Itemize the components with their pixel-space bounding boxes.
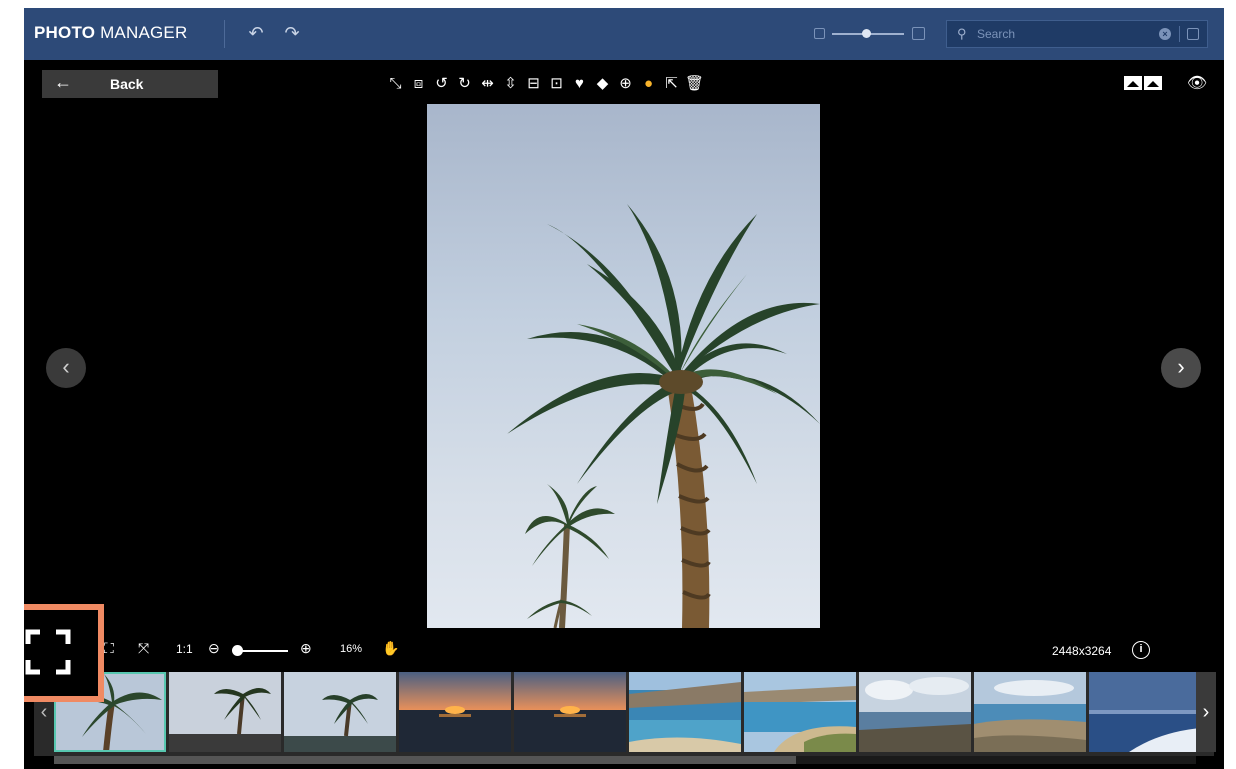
color-icon[interactable]: ● bbox=[637, 72, 660, 96]
thumbnail[interactable] bbox=[744, 672, 856, 752]
palm-tree-image bbox=[507, 204, 820, 628]
slider-handle[interactable] bbox=[862, 29, 871, 38]
image-icon bbox=[1144, 76, 1162, 90]
search-input[interactable] bbox=[977, 25, 1147, 43]
thumbnail-image bbox=[399, 672, 511, 752]
zoom-slider-handle[interactable] bbox=[232, 645, 243, 656]
image-dimensions: 2448x3264 bbox=[1052, 644, 1112, 658]
fullscreen-icon bbox=[25, 629, 71, 675]
auto-enhance-icon[interactable]: ⤡ bbox=[384, 72, 407, 96]
calendar-icon[interactable] bbox=[1187, 28, 1199, 40]
flip-vertical-icon[interactable]: ⇳ bbox=[499, 72, 522, 96]
favorite-heart-icon[interactable]: ♥ bbox=[568, 72, 591, 96]
thumbnail-image bbox=[514, 672, 626, 752]
thumbnail-image bbox=[629, 672, 741, 752]
actual-size-icon[interactable]: ⤧ bbox=[138, 640, 149, 657]
rotate-right-icon[interactable]: ↻ bbox=[453, 72, 476, 96]
resize-icon[interactable]: ⊡ bbox=[545, 72, 568, 96]
undo-icon[interactable]: ↶ bbox=[244, 22, 268, 44]
eye-icon[interactable]: 👁 bbox=[1184, 74, 1210, 94]
search-icon: ⚲ bbox=[957, 26, 967, 41]
compare-view-button[interactable] bbox=[1124, 76, 1164, 92]
thumbnail-image bbox=[859, 672, 971, 752]
zoom-percent: 16% bbox=[340, 643, 363, 655]
full-screen-button[interactable] bbox=[24, 604, 104, 702]
edit-toolbar: ⤡ ⧈ ↺ ↻ ⇹ ⇳ ⊟ ⊡ ♥ ◆ ⊕ ● ⇱ 🗑 bbox=[384, 72, 706, 96]
thumbnail-image bbox=[284, 672, 396, 752]
previous-photo-button[interactable]: ‹ bbox=[46, 348, 86, 388]
straighten-icon[interactable]: ⊟ bbox=[522, 72, 545, 96]
scrollbar-thumb[interactable] bbox=[54, 756, 797, 764]
thumbnail[interactable] bbox=[629, 672, 741, 752]
crop-icon[interactable]: ⧈ bbox=[407, 72, 430, 96]
divider bbox=[1179, 26, 1180, 42]
search-box: ⚲ × bbox=[946, 20, 1208, 48]
small-image-icon bbox=[814, 28, 825, 39]
next-photo-button[interactable]: › bbox=[1161, 348, 1201, 388]
thumbnail[interactable] bbox=[859, 672, 971, 752]
filmstrip: ‹ › bbox=[34, 672, 1216, 764]
add-to-album-icon[interactable]: ⊕ bbox=[614, 72, 637, 96]
rotate-left-icon[interactable]: ↺ bbox=[430, 72, 453, 96]
thumbnail[interactable] bbox=[169, 672, 281, 752]
zoom-out-icon[interactable]: ⊖ bbox=[208, 640, 220, 657]
thumbnail[interactable] bbox=[514, 672, 626, 752]
redo-icon[interactable]: ↷ bbox=[280, 22, 304, 44]
back-button[interactable]: ← Back bbox=[42, 70, 218, 98]
divider bbox=[224, 20, 225, 48]
one-to-one-button[interactable]: 1:1 bbox=[176, 642, 193, 656]
tag-icon[interactable]: ◆ bbox=[591, 72, 614, 96]
thumbnail-image bbox=[1089, 672, 1196, 752]
pan-hand-icon[interactable]: ✋ bbox=[382, 640, 399, 657]
back-label: Back bbox=[110, 76, 144, 92]
top-bar: PHOTO MANAGER ↶ ↷ ⚲ × bbox=[24, 8, 1224, 60]
filmstrip-next-icon[interactable]: › bbox=[1196, 672, 1216, 752]
main-photo bbox=[427, 104, 820, 628]
flip-horizontal-icon[interactable]: ⇹ bbox=[476, 72, 499, 96]
info-icon[interactable]: i bbox=[1132, 641, 1150, 659]
zoom-in-icon[interactable]: ⊕ bbox=[300, 640, 312, 657]
fit-to-screen-icon[interactable]: ⛶ bbox=[104, 640, 114, 657]
clear-search-icon[interactable]: × bbox=[1159, 28, 1171, 40]
large-image-icon bbox=[912, 27, 925, 40]
thumbnail[interactable] bbox=[1089, 672, 1196, 752]
thumbnail[interactable] bbox=[974, 672, 1086, 752]
share-icon[interactable]: ⇱ bbox=[660, 72, 683, 96]
thumbnail-image bbox=[974, 672, 1086, 752]
thumbnail-list bbox=[54, 672, 1196, 752]
filmstrip-scrollbar[interactable] bbox=[54, 756, 1196, 764]
thumbnail[interactable] bbox=[399, 672, 511, 752]
thumbnail-image bbox=[169, 672, 281, 752]
app-title: PHOTO MANAGER bbox=[34, 23, 188, 42]
arrow-left-icon: ← bbox=[54, 72, 72, 92]
photo-manager-window: PHOTO MANAGER ↶ ↷ ⚲ × ← Back ⤡⧈↺↻⇹⇳⊟⊡♥◆⊕… bbox=[24, 8, 1224, 769]
delete-icon[interactable]: 🗑 bbox=[683, 72, 706, 96]
thumbnail-image bbox=[744, 672, 856, 752]
thumbnail-size-slider[interactable] bbox=[814, 25, 925, 43]
thumbnail[interactable] bbox=[284, 672, 396, 752]
image-icon bbox=[1124, 76, 1142, 90]
